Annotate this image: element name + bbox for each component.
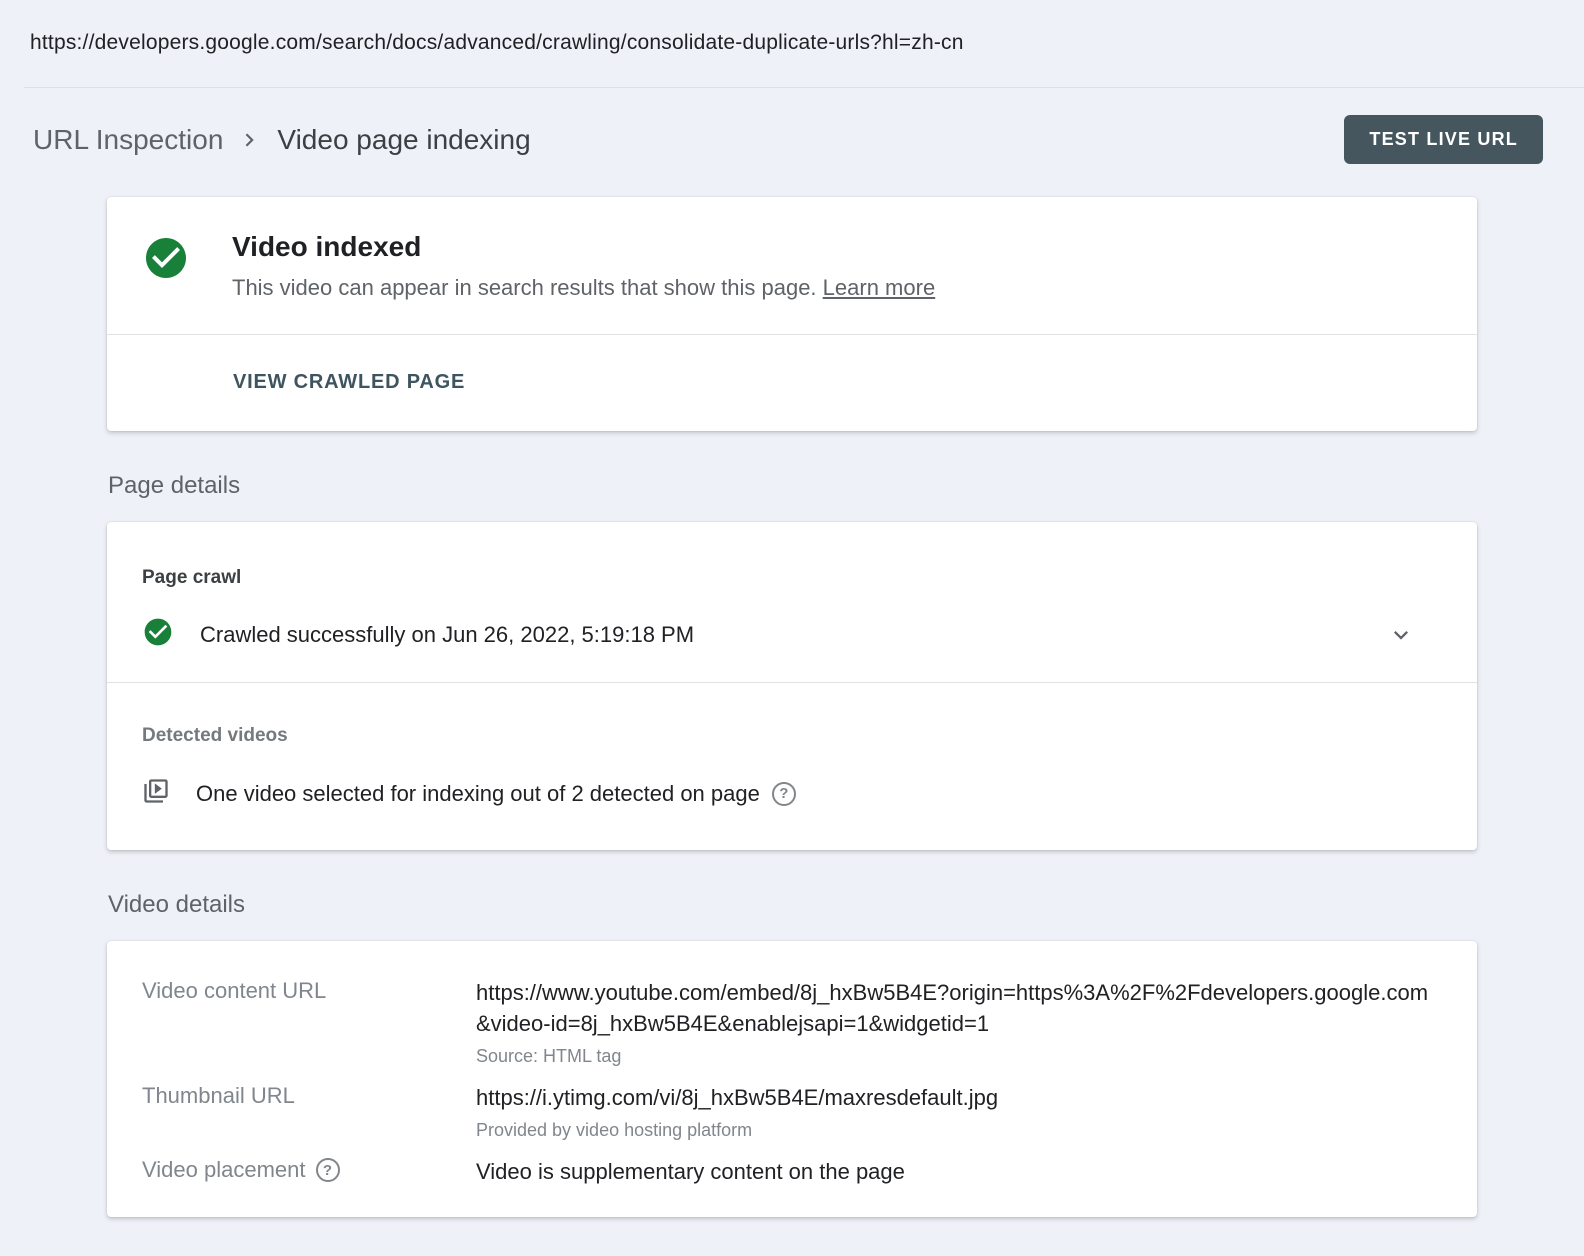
url-inspection-page: https://developers.google.com/search/doc… [0, 0, 1584, 1217]
breadcrumb-url-inspection[interactable]: URL Inspection [33, 124, 223, 156]
view-crawled-page-button[interactable]: VIEW CRAWLED PAGE [233, 371, 465, 394]
test-live-url-button[interactable]: TEST LIVE URL [1344, 115, 1543, 164]
video-details-title: Video details [108, 891, 1477, 919]
inspected-url: https://developers.google.com/search/doc… [30, 31, 964, 54]
detected-videos-row: One video selected for indexing out of 2… [107, 747, 1477, 850]
inspected-url-bar: https://developers.google.com/search/doc… [0, 0, 1584, 87]
help-icon[interactable]: ? [316, 1158, 340, 1182]
row-label: Video content URL [142, 977, 476, 1004]
page-details-card: Page crawl Crawled successfully on Jun 2… [107, 522, 1477, 850]
chevron-right-icon [237, 127, 263, 153]
row-label: Thumbnail URL [142, 1082, 476, 1109]
table-row-video-content-url: Video content URL https://www.youtube.co… [142, 977, 1441, 1067]
table-row-video-placement: Video placement ? Video is supplementary… [142, 1156, 1441, 1187]
help-icon[interactable]: ? [772, 782, 796, 806]
crawl-status-text: Crawled successfully on Jun 26, 2022, 5:… [200, 622, 1387, 648]
page-crawl-label: Page crawl [107, 522, 1477, 589]
video-library-icon [142, 777, 170, 810]
status-text-block: Video indexed This video can appear in s… [232, 231, 935, 301]
row-label: Video placement ? [142, 1156, 476, 1183]
main-content: Video indexed This video can appear in s… [0, 194, 1584, 1217]
page-header: URL Inspection Video page indexing TEST … [0, 88, 1584, 194]
breadcrumb: URL Inspection Video page indexing [33, 124, 531, 156]
page-details-title: Page details [108, 472, 1477, 500]
breadcrumb-video-page-indexing: Video page indexing [277, 124, 530, 156]
video-indexed-status: Video indexed This video can appear in s… [107, 197, 1477, 334]
video-details-card: Video content URL https://www.youtube.co… [107, 941, 1477, 1217]
page-crawl-row[interactable]: Crawled successfully on Jun 26, 2022, 5:… [107, 589, 1477, 682]
detected-videos-label: Detected videos [107, 683, 1477, 747]
video-indexed-card: Video indexed This video can appear in s… [107, 197, 1477, 431]
row-value: https://i.ytimg.com/vi/8j_hxBw5B4E/maxre… [476, 1082, 1441, 1113]
row-note: Source: HTML tag [476, 1046, 1441, 1067]
success-check-icon [142, 234, 190, 287]
view-crawled-row: VIEW CRAWLED PAGE [107, 335, 1477, 431]
row-value: Video is supplementary content on the pa… [476, 1156, 1441, 1187]
status-title: Video indexed [232, 231, 935, 263]
row-value: https://www.youtube.com/embed/8j_hxBw5B4… [476, 977, 1441, 1039]
learn-more-link[interactable]: Learn more [823, 275, 936, 300]
detected-videos-text: One video selected for indexing out of 2… [196, 781, 760, 807]
table-row-thumbnail-url: Thumbnail URL https://i.ytimg.com/vi/8j_… [142, 1082, 1441, 1141]
status-description: This video can appear in search results … [232, 275, 935, 301]
success-check-icon [142, 616, 174, 653]
chevron-down-icon[interactable] [1387, 621, 1415, 649]
status-description-text: This video can appear in search results … [232, 275, 817, 300]
row-note: Provided by video hosting platform [476, 1120, 1441, 1141]
